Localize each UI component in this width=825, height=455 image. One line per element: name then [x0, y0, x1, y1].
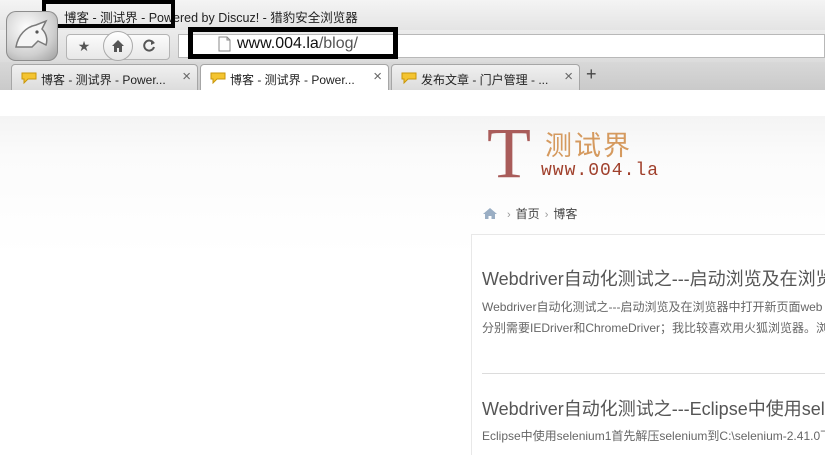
close-icon[interactable]: ×	[182, 68, 191, 85]
post-excerpt: Eclipse中使用selenium1首先解压selenium到C:\selen…	[482, 429, 825, 443]
tab-1[interactable]: 博客 - 测试界 - Power... ×	[11, 64, 198, 90]
site-logo-url[interactable]: www.004.la	[541, 161, 659, 181]
breadcrumb: › 首页 › 博客	[482, 205, 577, 222]
site-favicon-icon	[210, 72, 226, 84]
post-divider	[482, 373, 825, 374]
tab-2-active[interactable]: 博客 - 测试界 - Power... ×	[200, 64, 389, 91]
home-icon[interactable]	[106, 34, 130, 58]
breadcrumb-item-current: 博客	[553, 207, 578, 221]
star-icon[interactable]: ★	[72, 34, 96, 58]
browser-logo[interactable]	[6, 11, 58, 61]
home-icon[interactable]	[482, 207, 498, 220]
site-logo-name[interactable]: 测试界	[545, 124, 632, 163]
refresh-icon[interactable]	[137, 34, 161, 58]
post-excerpt: 分别需要IEDriver和ChromeDriver；我比较喜欢用火狐浏览器。浏	[482, 321, 825, 335]
cheetah-icon	[15, 19, 48, 48]
post-title[interactable]: Webdriver自动化测试之---启动浏览及在浏览	[482, 265, 825, 291]
site-favicon-icon	[21, 72, 37, 84]
site-favicon-icon	[401, 72, 417, 84]
site-logo-letter[interactable]: T	[487, 117, 531, 189]
post-excerpt: Webdriver自动化测试之---启动浏览及在浏览器中打开新页面web	[482, 300, 823, 314]
breadcrumb-item-home[interactable]: 首页	[516, 207, 540, 221]
tab-label: 博客 - 测试界 - Power...	[41, 73, 166, 87]
tab-label: 发布文章 - 门户管理 - ...	[421, 73, 549, 87]
close-icon[interactable]: ×	[373, 68, 382, 85]
breadcrumb-separator: ›	[507, 209, 511, 221]
breadcrumb-separator: ›	[544, 209, 549, 221]
bookmark-strip	[0, 90, 825, 117]
redaction-box-url	[188, 27, 398, 59]
new-tab-button[interactable]: +	[586, 64, 597, 85]
close-icon[interactable]: ×	[564, 68, 573, 85]
tab-3[interactable]: 发布文章 - 门户管理 - ... ×	[391, 64, 580, 90]
tab-label: 博客 - 测试界 - Power...	[230, 73, 355, 87]
post-title[interactable]: Webdriver自动化测试之---Eclipse中使用selen	[482, 395, 825, 421]
redaction-box-title	[42, 0, 175, 28]
